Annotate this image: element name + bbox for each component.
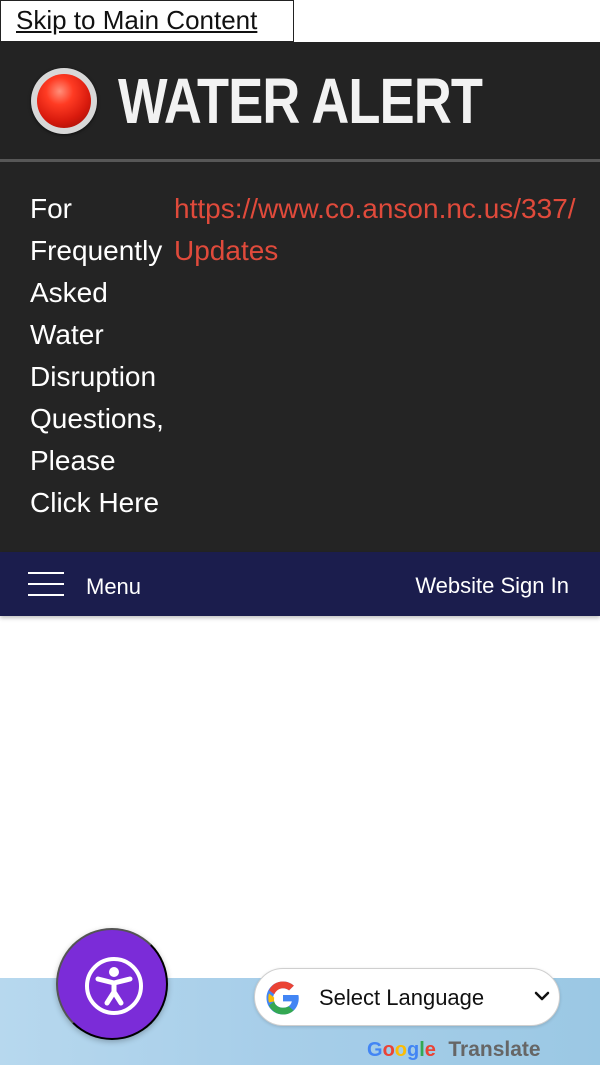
- google-letter: g: [407, 1039, 420, 1061]
- message-line: For: [30, 193, 72, 224]
- message-line: Questions,: [30, 403, 164, 434]
- hamburger-menu-icon[interactable]: [28, 572, 64, 596]
- google-translate-branding: Google Translate: [367, 1038, 541, 1062]
- water-alert-title: WATER ALERT: [118, 65, 483, 137]
- link-line: Updates: [174, 235, 279, 266]
- google-letter: o: [394, 1039, 407, 1061]
- red-alert-light-core: [37, 74, 91, 128]
- message-line: Frequently: [30, 235, 163, 266]
- hamburger-line: [28, 583, 64, 585]
- link-line: https://www.co.anson.nc.us/337/: [174, 193, 576, 224]
- accessibility-person-icon: [85, 957, 143, 1015]
- water-faq-message[interactable]: For Frequently Asked Water Disruption Qu…: [30, 188, 180, 524]
- skip-to-main-content-link[interactable]: Skip to Main Content: [0, 0, 294, 42]
- google-g-icon: [266, 981, 299, 1015]
- google-letter: e: [424, 1039, 436, 1061]
- website-sign-in-link[interactable]: Website Sign In: [415, 573, 569, 599]
- message-line: Disruption: [30, 361, 157, 392]
- select-language-label: Select Language: [319, 985, 485, 1010]
- menu-button-label[interactable]: Menu: [86, 574, 141, 600]
- water-alert-header: WATER ALERT: [0, 42, 600, 159]
- translate-label: Translate: [448, 1038, 541, 1061]
- google-wordmark: Google: [367, 1039, 436, 1062]
- message-line: Please: [30, 445, 116, 476]
- hamburger-line: [28, 572, 64, 574]
- accessibility-button[interactable]: [56, 928, 168, 1040]
- main-navigation-bar: Menu Website Sign In: [0, 552, 600, 616]
- water-updates-link[interactable]: https://www.co.anson.nc.us/337/ Updates: [174, 188, 600, 272]
- google-letter: o: [382, 1039, 395, 1061]
- red-alert-light-icon: [31, 68, 97, 134]
- message-line: Click Here: [30, 487, 160, 518]
- google-translate-selector[interactable]: Select Language: [254, 968, 560, 1026]
- message-line: Water: [30, 319, 104, 350]
- chevron-down-icon: [534, 991, 550, 1001]
- water-alert-body: For Frequently Asked Water Disruption Qu…: [0, 162, 600, 552]
- skip-link-label: Skip to Main Content: [16, 5, 258, 35]
- message-line: Asked: [30, 277, 108, 308]
- google-letter: G: [367, 1039, 383, 1061]
- hamburger-line: [28, 594, 64, 596]
